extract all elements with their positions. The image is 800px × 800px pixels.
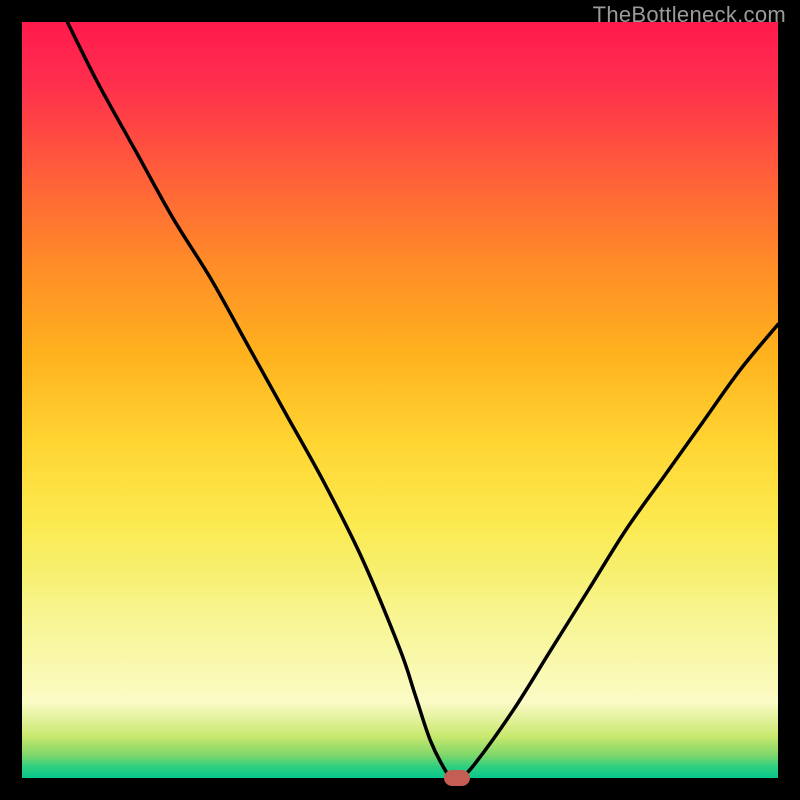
- bottleneck-curve: [22, 22, 778, 778]
- optimum-marker: [444, 770, 470, 786]
- plot-area: [22, 22, 778, 778]
- chart-wrapper: TheBottleneck.com: [0, 0, 800, 800]
